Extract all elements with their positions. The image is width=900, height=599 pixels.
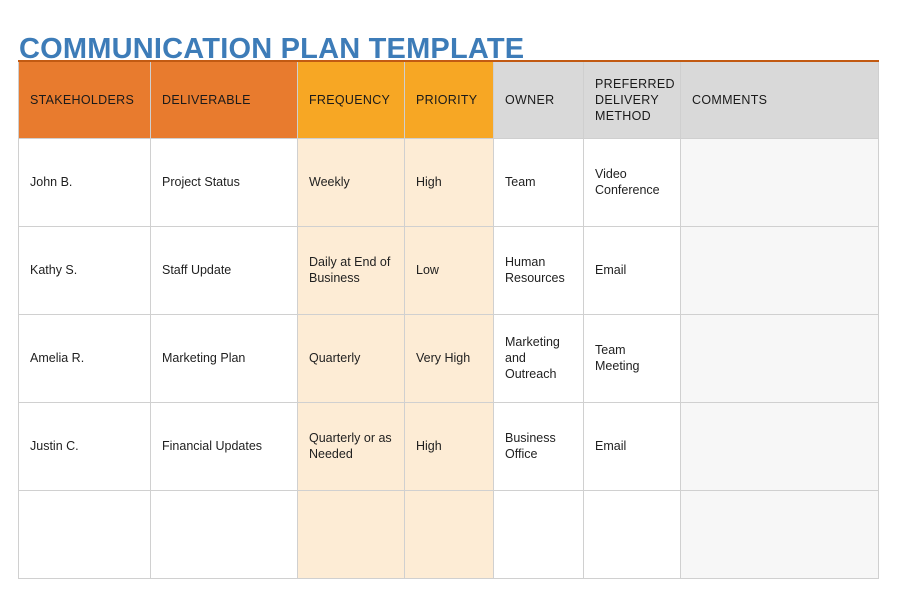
cell-value: Email — [595, 439, 627, 453]
column-header-comments[interactable]: COMMENTS — [680, 60, 879, 139]
cell-deliverable[interactable]: Financial Updates — [150, 401, 298, 491]
cell-comments[interactable] — [680, 137, 879, 227]
cell-owner[interactable]: Human Resources — [493, 225, 584, 315]
cell-value: Daily at End of Business — [309, 255, 391, 285]
cell-frequency[interactable]: Quarterly or as Needed — [297, 401, 405, 491]
cell-owner[interactable]: Business Office — [493, 401, 584, 491]
table-row: John B. Project Status Weekly High Team Video… — [18, 137, 879, 227]
column-header-label: STAKEHOLDERS — [30, 92, 135, 107]
cell-value: Team — [505, 175, 536, 189]
cell-stakeholders[interactable]: Kathy S. — [18, 225, 151, 315]
column-header-label: OWNER — [505, 92, 555, 107]
cell-value: Project Status — [162, 175, 240, 189]
cell-value: High — [416, 175, 442, 189]
cell-frequency[interactable]: Quarterly — [297, 313, 405, 403]
cell-stakeholders[interactable]: Justin C. — [18, 401, 151, 491]
column-header-owner[interactable]: OWNER — [493, 60, 584, 139]
cell-value: Video Conference — [595, 167, 660, 197]
cell-value: Weekly — [309, 175, 350, 189]
column-header-label: DELIVERABLE — [162, 92, 251, 107]
table-row — [18, 489, 879, 579]
cell-priority[interactable]: High — [404, 401, 494, 491]
communication-plan-page: COMMUNICATION PLAN TEMPLATE STAKEHOLDERS… — [0, 0, 900, 599]
cell-value: High — [416, 439, 442, 453]
cell-frequency[interactable]: Daily at End of Business — [297, 225, 405, 315]
cell-value: Staff Update — [162, 263, 232, 277]
column-header-label: PRIORITY — [416, 92, 478, 107]
table-header: STAKEHOLDERS DELIVERABLE FREQUENCY PRIORITY… — [18, 60, 879, 139]
cell-value: Quarterly or as Needed — [309, 431, 392, 461]
cell-value: Amelia R. — [30, 351, 85, 365]
cell-stakeholders[interactable]: Amelia R. — [18, 313, 151, 403]
cell-deliverable[interactable]: Marketing Plan — [150, 313, 298, 403]
cell-method[interactable]: Team Meeting — [583, 313, 681, 403]
cell-owner[interactable]: Team — [493, 137, 584, 227]
cell-value: Business Office — [505, 431, 556, 461]
table-row: Amelia R. Marketing Plan Quarterly Very Hig… — [18, 313, 879, 403]
cell-owner[interactable] — [493, 489, 584, 579]
cell-stakeholders[interactable]: John B. — [18, 137, 151, 227]
column-header-label: PREFERRED DELIVERY METHOD — [595, 76, 675, 123]
cell-value: Low — [416, 263, 439, 277]
table-row: Kathy S. Staff Update Daily at End of Busi… — [18, 225, 879, 315]
cell-value: John B. — [30, 175, 73, 189]
table-row: Justin C. Financial Updates Quarterly or a… — [18, 401, 879, 491]
cell-frequency[interactable]: Weekly — [297, 137, 405, 227]
cell-stakeholders[interactable] — [18, 489, 151, 579]
table-body: John B. Project Status Weekly High Team Video… — [18, 137, 879, 579]
cell-comments[interactable] — [680, 225, 879, 315]
column-header-stakeholders[interactable]: STAKEHOLDERS — [18, 60, 151, 139]
cell-value: Email — [595, 263, 627, 277]
cell-deliverable[interactable]: Project Status — [150, 137, 298, 227]
cell-value: Marketing and Outreach — [505, 335, 560, 381]
column-header-method[interactable]: PREFERRED DELIVERY METHOD — [583, 60, 681, 139]
cell-priority[interactable]: Low — [404, 225, 494, 315]
cell-deliverable[interactable]: Staff Update — [150, 225, 298, 315]
cell-value: Human Resources — [505, 255, 565, 285]
cell-value: Justin C. — [30, 439, 79, 453]
cell-method[interactable]: Email — [583, 225, 681, 315]
communication-plan-table: STAKEHOLDERS DELIVERABLE FREQUENCY PRIORITY… — [18, 60, 879, 579]
cell-value: Financial Updates — [162, 439, 263, 453]
table-header-row: STAKEHOLDERS DELIVERABLE FREQUENCY PRIORITY… — [18, 60, 879, 139]
column-header-deliverable[interactable]: DELIVERABLE — [150, 60, 298, 139]
cell-value: Quarterly — [309, 351, 361, 365]
column-header-frequency[interactable]: FREQUENCY — [297, 60, 405, 139]
cell-comments[interactable] — [680, 489, 879, 579]
communication-plan-table-wrapper: STAKEHOLDERS DELIVERABLE FREQUENCY PRIORITY… — [18, 60, 879, 579]
cell-value: Kathy S. — [30, 263, 78, 277]
cell-method[interactable]: Email — [583, 401, 681, 491]
cell-comments[interactable] — [680, 401, 879, 491]
cell-value: Marketing Plan — [162, 351, 246, 365]
cell-method[interactable]: Video Conference — [583, 137, 681, 227]
column-header-priority[interactable]: PRIORITY — [404, 60, 494, 139]
cell-priority[interactable]: High — [404, 137, 494, 227]
column-header-label: COMMENTS — [692, 92, 768, 107]
cell-method[interactable] — [583, 489, 681, 579]
cell-priority[interactable]: Very High — [404, 313, 494, 403]
cell-frequency[interactable] — [297, 489, 405, 579]
cell-value: Very High — [416, 351, 471, 365]
cell-comments[interactable] — [680, 313, 879, 403]
cell-priority[interactable] — [404, 489, 494, 579]
cell-deliverable[interactable] — [150, 489, 298, 579]
cell-owner[interactable]: Marketing and Outreach — [493, 313, 584, 403]
cell-value: Team Meeting — [595, 343, 640, 373]
column-header-label: FREQUENCY — [309, 92, 391, 107]
